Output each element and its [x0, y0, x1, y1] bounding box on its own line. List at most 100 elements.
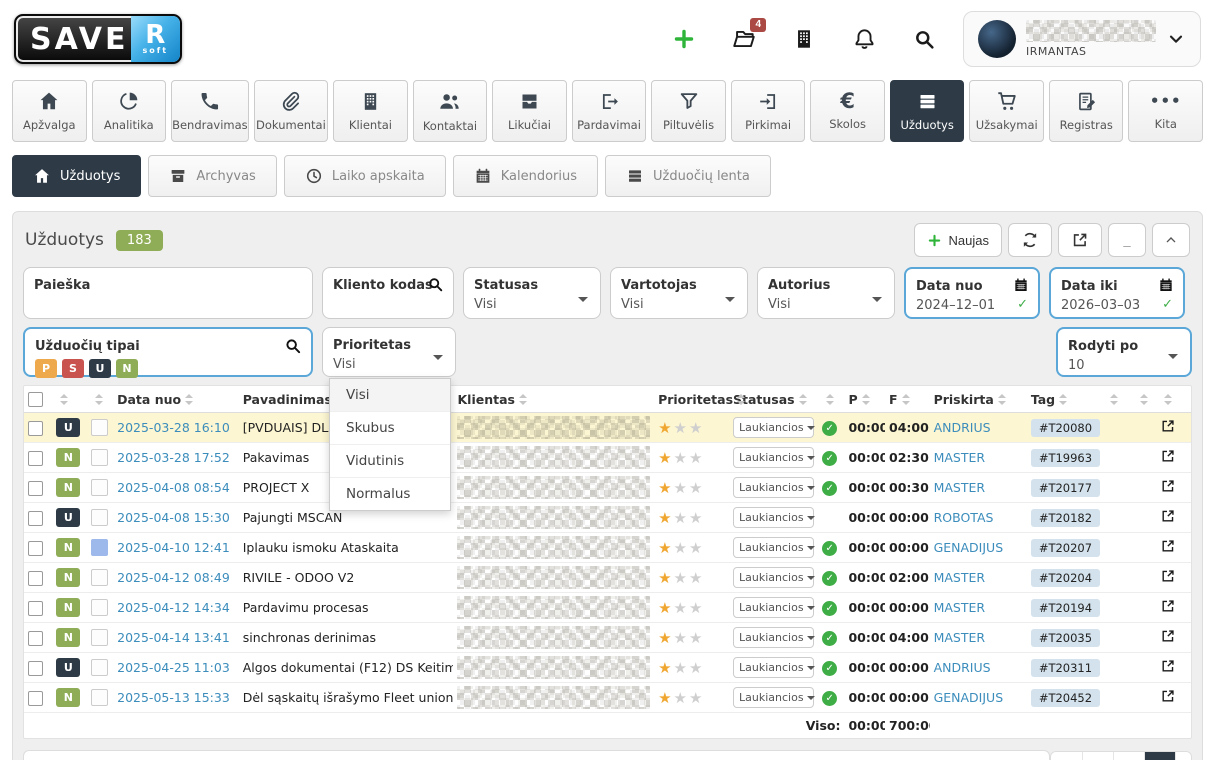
assignee-link[interactable]: MASTER [934, 480, 986, 495]
company-registry-button[interactable] [791, 26, 817, 52]
tag-badge[interactable]: #T20035 [1031, 629, 1100, 647]
status-dropdown[interactable]: Laukiancios [733, 417, 814, 438]
column-date[interactable]: Data nuo [113, 386, 239, 413]
status-dropdown[interactable]: Laukiancios [733, 477, 814, 498]
priority-stars[interactable]: ★★★ [658, 629, 704, 647]
assignee-link[interactable]: ANDRIUS [934, 420, 991, 435]
open-task-icon[interactable] [1160, 628, 1176, 644]
search-input[interactable]: Paieška [23, 267, 313, 319]
subnav-laiko-apskaita[interactable]: Laiko apskaita [284, 155, 446, 197]
task-date-link[interactable]: 2025-04-12 14:34 [117, 600, 230, 615]
collapse-button[interactable] [1152, 223, 1190, 257]
priority-option-visi[interactable]: Visi [330, 379, 450, 411]
open-task-icon[interactable] [1160, 538, 1176, 554]
type-badge-u[interactable]: U [89, 359, 111, 378]
color-cell[interactable] [91, 569, 108, 586]
open-task-icon[interactable] [1160, 688, 1176, 704]
color-cell[interactable] [91, 599, 108, 616]
assignee-link[interactable]: ANDRIUS [934, 660, 991, 675]
subnav-uzduotys[interactable]: Užduotys [12, 155, 141, 197]
sort-extra-column[interactable] [1156, 386, 1191, 413]
tag-badge[interactable]: #T19963 [1031, 449, 1100, 467]
priority-stars[interactable]: ★★★ [658, 509, 704, 527]
assignee-link[interactable]: GENADIJUS [934, 690, 1004, 705]
tag-badge[interactable]: #T20177 [1031, 479, 1100, 497]
page-3-current[interactable]: 3 [1144, 752, 1175, 760]
column-client[interactable]: Klientas [453, 386, 654, 413]
select-all-checkbox[interactable] [24, 386, 52, 413]
tag-badge[interactable]: #T20311 [1031, 659, 1100, 677]
nav-tab-klientai[interactable]: Klientai [333, 80, 408, 142]
nav-tab-dokumentai[interactable]: Dokumentai [254, 80, 329, 142]
priority-option-skubus[interactable]: Skubus [330, 411, 450, 444]
task-date-link[interactable]: 2025-04-10 12:41 [117, 540, 230, 555]
color-cell[interactable] [91, 449, 108, 466]
refresh-button[interactable] [1008, 223, 1052, 257]
user-filter-select[interactable]: Vartotojas Visi [610, 267, 748, 319]
row-checkbox[interactable] [28, 541, 43, 556]
tag-badge[interactable]: #T20194 [1031, 599, 1100, 617]
nav-tab-apzvalga[interactable]: Apžvalga [12, 80, 87, 142]
column-assigned[interactable]: Priskirta [930, 386, 1027, 413]
task-date-link[interactable]: 2025-04-25 11:03 [117, 660, 230, 675]
sort-extra-column[interactable] [1132, 386, 1156, 413]
page-size-select[interactable]: Rodyti po 10 [1056, 327, 1192, 377]
tag-badge[interactable]: #T20207 [1031, 539, 1100, 557]
sort-type-column[interactable] [52, 386, 86, 413]
row-checkbox[interactable] [28, 481, 43, 496]
color-cell[interactable] [91, 629, 108, 646]
assignee-link[interactable]: GENADIJUS [934, 540, 1004, 555]
open-task-icon[interactable] [1160, 598, 1176, 614]
row-checkbox[interactable] [28, 511, 43, 526]
color-cell[interactable] [91, 689, 108, 706]
open-task-icon[interactable] [1160, 418, 1176, 434]
status-dropdown[interactable]: Laukiancios [733, 627, 814, 648]
color-cell[interactable] [91, 419, 108, 436]
subnav-uzduociu-lenta[interactable]: Užduočių lenta [605, 155, 771, 197]
color-cell[interactable] [91, 539, 108, 556]
priority-stars[interactable]: ★★★ [658, 689, 704, 707]
color-cell[interactable] [91, 479, 108, 496]
open-task-icon[interactable] [1160, 658, 1176, 674]
status-dropdown[interactable]: Laukiancios [733, 687, 814, 708]
open-task-icon[interactable] [1160, 448, 1176, 464]
row-checkbox[interactable] [28, 421, 43, 436]
priority-option-vidutinis[interactable]: Vidutinis [330, 444, 450, 477]
notifications-button[interactable] [851, 26, 877, 52]
priority-stars[interactable]: ★★★ [658, 659, 704, 677]
assignee-link[interactable]: MASTER [934, 450, 986, 465]
nav-tab-uzsakymai[interactable]: Užsakymai [969, 80, 1044, 142]
open-task-icon[interactable] [1160, 568, 1176, 584]
task-date-link[interactable]: 2025-03-28 16:10 [117, 420, 230, 435]
assignee-link[interactable]: MASTER [934, 630, 986, 645]
row-checkbox[interactable] [28, 691, 43, 706]
date-to-input[interactable]: Data iki 2026–03–03 ✓ [1049, 267, 1185, 319]
type-badge-n[interactable]: N [116, 359, 138, 378]
nav-tab-kontaktai[interactable]: Kontaktai [413, 80, 488, 142]
open-in-new-button[interactable] [1058, 223, 1102, 257]
priority-stars[interactable]: ★★★ [658, 419, 704, 437]
row-checkbox[interactable] [28, 631, 43, 646]
status-filter-select[interactable]: Statusas Visi [463, 267, 601, 319]
open-task-icon[interactable] [1160, 508, 1176, 524]
sort-color-column[interactable] [87, 386, 113, 413]
sort-done-column[interactable] [818, 386, 844, 413]
row-checkbox[interactable] [28, 661, 43, 676]
nav-tab-bendravimas[interactable]: Bendravimas [171, 80, 249, 142]
row-checkbox[interactable] [28, 601, 43, 616]
nav-tab-pirkimai[interactable]: Pirkimai [731, 80, 806, 142]
row-checkbox[interactable] [28, 571, 43, 586]
create-new-button[interactable] [671, 26, 697, 52]
task-date-link[interactable]: 2025-04-14 13:41 [117, 630, 230, 645]
nav-tab-registras[interactable]: Registras [1049, 80, 1124, 142]
sort-extra-column[interactable] [1102, 386, 1132, 413]
priority-filter-select[interactable]: Prioritetas Visi Visi Skubus Vidutinis N… [322, 327, 456, 377]
date-from-input[interactable]: Data nuo 2024–12–01 ✓ [904, 267, 1040, 319]
nav-tab-piltuvelis[interactable]: Piltuvėlis [651, 80, 726, 142]
task-date-link[interactable]: 2025-04-08 15:30 [117, 510, 230, 525]
row-checkbox[interactable] [28, 451, 43, 466]
nav-tab-pardavimai[interactable]: Pardavimai [572, 80, 647, 142]
status-dropdown[interactable]: Laukiancios [733, 537, 814, 558]
minimize-button[interactable]: _ [1108, 223, 1146, 257]
color-cell[interactable] [91, 509, 108, 526]
